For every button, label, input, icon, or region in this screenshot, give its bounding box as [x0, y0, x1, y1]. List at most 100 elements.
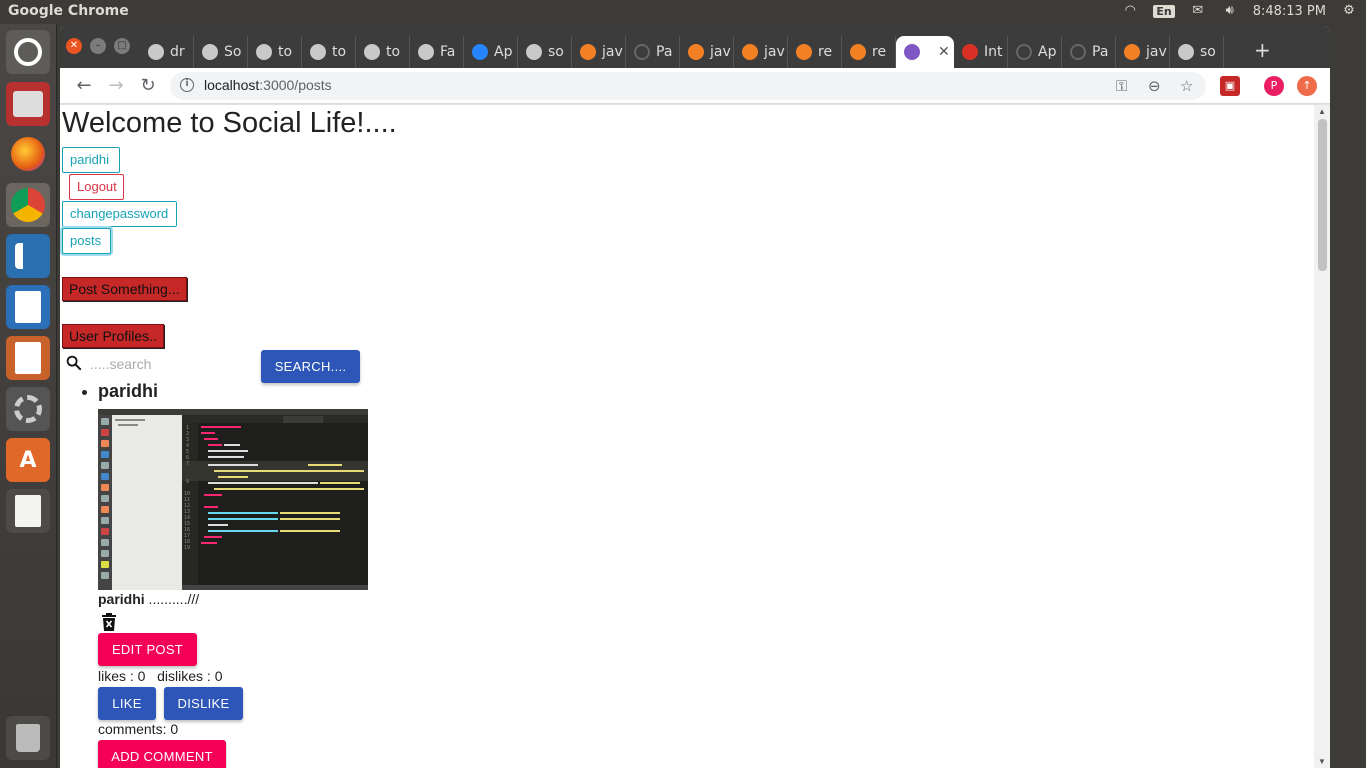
browser-tab[interactable]: so: [1170, 36, 1224, 68]
browser-tab[interactable]: to: [302, 36, 356, 68]
bookmark-star-icon[interactable]: ☆: [1180, 77, 1193, 95]
browser-tab[interactable]: dr: [140, 36, 194, 68]
close-tab-icon[interactable]: ✕: [938, 44, 950, 60]
page-viewport: Welcome to Social Life!.... paridhi Logo…: [60, 105, 1330, 768]
update-arrow-icon[interactable]: ↑: [1297, 76, 1317, 96]
ubuntu-dash-icon[interactable]: [6, 30, 50, 74]
post-caption-author: paridhi: [98, 591, 145, 607]
impress-presentation-icon[interactable]: [6, 336, 50, 380]
active-app-title: Google Chrome: [8, 3, 129, 19]
svg-text:19: 19: [184, 545, 190, 551]
text-editor-icon[interactable]: [6, 489, 50, 533]
browser-tab[interactable]: Ap: [1008, 36, 1062, 68]
dislike-button[interactable]: DISLIKE: [164, 687, 243, 720]
tab-strip: ✕ – □ dr So to to to Fa Ap so jav Pa jav jav re re ✕ In…: [60, 26, 1330, 68]
software-center-icon[interactable]: A: [6, 438, 50, 482]
system-tray: ◠ En ✉ 🔊︎ 8:48:13 PM ⚙: [1121, 3, 1358, 19]
search-input[interactable]: [90, 353, 260, 375]
window-minimize-icon[interactable]: –: [90, 38, 106, 54]
browser-tab[interactable]: Fa: [410, 36, 464, 68]
page-scrollbar[interactable]: ▲ ▼: [1314, 105, 1330, 768]
browser-tab[interactable]: Int: [954, 36, 1008, 68]
add-comment-button[interactable]: ADD COMMENT: [98, 740, 226, 768]
profile-avatar[interactable]: P: [1264, 76, 1284, 96]
delete-post-trash-icon[interactable]: [102, 613, 116, 631]
site-info-icon[interactable]: i: [180, 78, 194, 92]
window-close-icon[interactable]: ✕: [66, 38, 82, 54]
post-author-name: paridhi: [98, 381, 159, 401]
tab-label: to: [278, 44, 293, 60]
browser-tab[interactable]: Ap: [464, 36, 518, 68]
browser-tab[interactable]: re: [788, 36, 842, 68]
back-arrow-icon[interactable]: ←: [72, 74, 96, 98]
search-button[interactable]: SEARCH....: [261, 350, 360, 383]
github-icon: [418, 44, 434, 60]
address-bar[interactable]: i localhost:3000/posts ⚿ ⊖ ☆: [170, 72, 1206, 100]
comments-count: comments: 0: [98, 721, 179, 737]
browser-tab[interactable]: to: [356, 36, 410, 68]
bitbucket-icon: [472, 44, 488, 60]
edit-post-button[interactable]: EDIT POST: [98, 633, 197, 666]
tab-label: jav: [602, 44, 623, 60]
browser-tab[interactable]: jav: [572, 36, 626, 68]
browser-tab[interactable]: so: [518, 36, 572, 68]
browser-tab[interactable]: jav: [680, 36, 734, 68]
browser-tab[interactable]: jav: [734, 36, 788, 68]
post-something-button[interactable]: Post Something...: [62, 277, 187, 301]
browser-tab[interactable]: jav: [1116, 36, 1170, 68]
zoom-icon[interactable]: ⊖: [1148, 77, 1161, 95]
browser-tab[interactable]: ✕: [896, 36, 954, 68]
posts-button[interactable]: posts: [62, 228, 111, 254]
like-button[interactable]: LIKE: [98, 687, 156, 720]
settings-gear-icon[interactable]: ⚙: [1340, 3, 1358, 19]
forward-arrow-icon[interactable]: →: [104, 74, 128, 98]
wifi-icon[interactable]: ◠: [1121, 3, 1139, 19]
user-profiles-button[interactable]: User Profiles..: [62, 324, 164, 348]
clock[interactable]: 8:48:13 PM: [1253, 4, 1326, 19]
scroll-up-arrow-icon[interactable]: ▲: [1318, 107, 1326, 116]
key-icon[interactable]: ⚿: [1116, 77, 1127, 95]
tab-label: re: [818, 44, 833, 60]
search-icon: [66, 355, 82, 371]
github-icon: [526, 44, 542, 60]
trash-bin-icon[interactable]: [6, 716, 50, 760]
tab-label: Ap: [1038, 44, 1057, 60]
extension-icon[interactable]: ▣: [1220, 76, 1240, 96]
stackoverflow-icon: [1124, 44, 1140, 60]
url-text[interactable]: localhost:3000/posts: [204, 77, 332, 93]
chrome-icon[interactable]: [6, 183, 50, 227]
volume-icon[interactable]: 🔊︎: [1221, 3, 1239, 19]
post-caption-text: ..........///: [144, 591, 200, 607]
keyboard-layout-indicator[interactable]: En: [1153, 4, 1175, 18]
vscode-icon[interactable]: [6, 234, 50, 278]
scroll-down-arrow-icon[interactable]: ▼: [1318, 757, 1326, 766]
app-icon: [904, 44, 920, 60]
post-image: 1234 5679 10 11 12 13 14 15 16 17 18 19: [98, 409, 368, 590]
loading-icon: [634, 44, 650, 60]
github-icon: [1178, 44, 1194, 60]
scrollbar-thumb[interactable]: [1318, 119, 1327, 271]
user-profile-button[interactable]: paridhi: [62, 147, 120, 173]
window-maximize-icon[interactable]: □: [114, 38, 130, 54]
logout-button[interactable]: Logout: [69, 174, 124, 200]
browser-tab[interactable]: to: [248, 36, 302, 68]
github-icon: [364, 44, 380, 60]
change-password-button[interactable]: changepassword: [62, 201, 177, 227]
chrome-window: ✕ – □ dr So to to to Fa Ap so jav Pa jav jav re re ✕ In…: [60, 26, 1330, 768]
tab-label: Pa: [656, 44, 673, 60]
mail-icon[interactable]: ✉: [1189, 3, 1207, 19]
stackoverflow-icon: [580, 44, 596, 60]
new-tab-button[interactable]: +: [1254, 38, 1271, 62]
browser-tab[interactable]: Pa: [1062, 36, 1116, 68]
writer-document-icon[interactable]: [6, 285, 50, 329]
firefox-icon[interactable]: [6, 132, 50, 176]
reload-icon[interactable]: ↻: [136, 74, 160, 98]
github-icon: [202, 44, 218, 60]
browser-tab[interactable]: Pa: [626, 36, 680, 68]
page-title: Welcome to Social Life!....: [62, 107, 397, 139]
file-cabinet-icon[interactable]: [6, 82, 50, 126]
browser-tab[interactable]: So: [194, 36, 248, 68]
loading-icon: [1016, 44, 1032, 60]
browser-tab[interactable]: re: [842, 36, 896, 68]
system-settings-icon[interactable]: [6, 387, 50, 431]
